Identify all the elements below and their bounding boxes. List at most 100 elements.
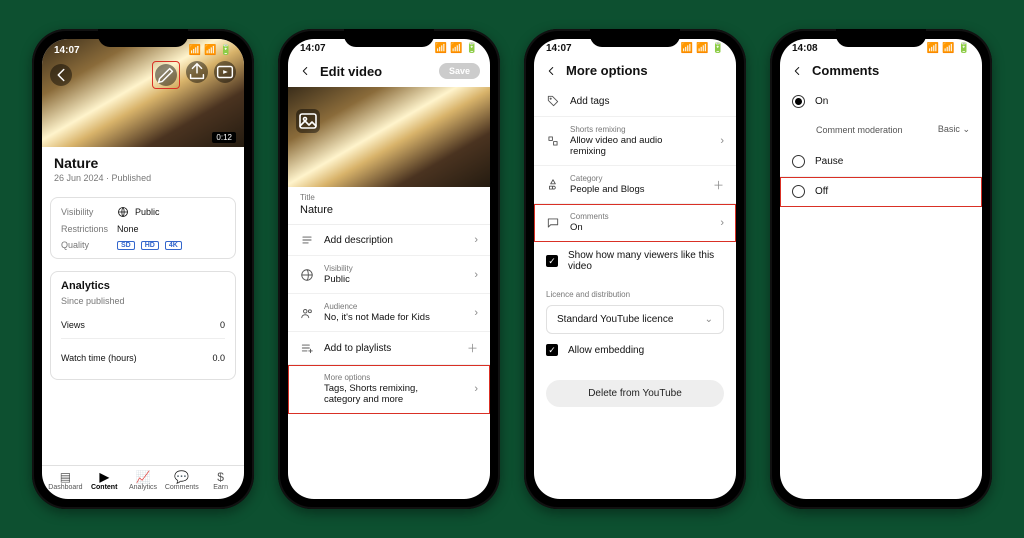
visibility-label: Visibility (61, 207, 117, 217)
row-more-options[interactable]: More options Tags, Shorts remixing, cate… (288, 365, 490, 414)
edit-highlight (152, 61, 180, 89)
label-value: More options Tags, Shorts remixing, cate… (300, 373, 454, 405)
share-button[interactable] (186, 61, 208, 83)
phone-1: 14:07 📶 📶 🔋 (32, 29, 254, 509)
radio-off[interactable]: Off (780, 177, 982, 207)
row-comments[interactable]: Comments On › (534, 204, 736, 242)
page-title: Comments (812, 63, 879, 78)
page-title: Edit video (320, 64, 382, 79)
tab-earn[interactable]: $Earn (201, 470, 240, 491)
radio-button[interactable] (792, 185, 805, 198)
checkbox-show-likes[interactable]: ✓ (546, 255, 558, 267)
visibility-value: Public (117, 206, 160, 218)
hero-top-bar (42, 61, 244, 89)
comments-icon: 💬 (162, 470, 201, 484)
delete-from-youtube-button[interactable]: Delete from YouTube (546, 380, 724, 407)
back-button[interactable] (790, 64, 804, 78)
chevron-right-icon: › (710, 217, 724, 229)
row-add-description[interactable]: Add description › (288, 225, 490, 256)
radio-pause[interactable]: Pause (780, 147, 982, 177)
nav-header: Comments (780, 57, 982, 86)
metric-value: 0.0 (212, 353, 225, 363)
quality-chip: HD (141, 241, 159, 250)
comments-options-list: On Comment moderation Basic ⌄ Pause Off (780, 86, 982, 207)
video-hero: 14:07 📶 📶 🔋 (42, 39, 244, 147)
label: On (815, 96, 970, 107)
label: Allow embedding (568, 345, 644, 356)
hero-actions (152, 61, 236, 89)
chevron-left-icon (790, 64, 804, 78)
notch (98, 29, 188, 47)
radio-button[interactable] (792, 155, 805, 168)
quality-chips: SD HD 4K (117, 241, 182, 250)
video-hero (288, 87, 490, 187)
tab-analytics[interactable]: 📈Analytics (124, 470, 163, 491)
back-button[interactable] (50, 64, 72, 86)
chevron-right-icon: › (464, 269, 478, 281)
row-add-tags[interactable]: Add tags (534, 86, 736, 117)
share-icon (186, 61, 208, 83)
status-icons: 📶 📶 🔋 (189, 45, 232, 56)
dashboard-icon: ▤ (46, 470, 85, 484)
save-button[interactable]: Save (439, 63, 480, 79)
screen-comments-settings: 14:08 📶 📶 🔋 Comments On Comment moderati… (780, 39, 982, 499)
info-quality: Quality SD HD 4K (61, 240, 225, 250)
wifi-icon: 📶 (450, 43, 462, 54)
quality-label: Quality (61, 240, 117, 250)
battery-icon: 🔋 (712, 43, 724, 54)
notch (836, 29, 926, 47)
comments-icon (546, 216, 560, 230)
comment-moderation-row[interactable]: Comment moderation Basic ⌄ (780, 116, 982, 147)
globe-icon (300, 268, 314, 282)
status-icons: 📶 📶 🔋 (927, 43, 970, 54)
moderation-label: Comment moderation (816, 125, 903, 135)
title-label: Title (300, 193, 478, 202)
video-meta: Nature 26 Jun 2024 · Published (42, 147, 244, 191)
status-time: 14:08 (792, 43, 818, 54)
tab-dashboard[interactable]: ▤Dashboard (46, 470, 85, 491)
tab-content[interactable]: ▶Content (85, 470, 124, 491)
category-icon (546, 178, 560, 192)
tab-comments[interactable]: 💬Comments (162, 470, 201, 491)
analytics-heading: Analytics (61, 280, 225, 292)
label-value: Visibility Public (324, 264, 454, 285)
label: Pause (815, 156, 970, 167)
description-icon (300, 233, 314, 247)
more-options-list: Add tags Shorts remixing Allow video and… (534, 86, 736, 280)
signal-icon: 📶 (927, 43, 939, 54)
change-thumbnail-button[interactable] (296, 109, 320, 133)
back-button[interactable] (544, 64, 558, 78)
title-field[interactable]: Title Nature (288, 187, 490, 225)
metric-views[interactable]: Views 0 (61, 312, 225, 339)
label: Show how many viewers like this video (568, 250, 724, 272)
chevron-right-icon: › (464, 234, 478, 246)
row-add-playlists[interactable]: Add to playlists ＋ (288, 332, 490, 365)
label: Add description (324, 235, 454, 246)
moderation-value: Basic ⌄ (938, 124, 970, 135)
row-audience[interactable]: Audience No, it's not Made for Kids › (288, 294, 490, 332)
row-show-likes[interactable]: ✓ Show how many viewers like this video (534, 242, 736, 280)
metric-watchtime[interactable]: Watch time (hours) 0.0 (61, 345, 225, 371)
status-icons: 📶 📶 🔋 (435, 43, 478, 54)
row-shorts-remixing[interactable]: Shorts remixing Allow video and audio re… (534, 117, 736, 166)
radio-button[interactable] (792, 95, 805, 108)
phone-4: 14:08 📶 📶 🔋 Comments On Comment moderati… (770, 29, 992, 509)
notch (344, 29, 434, 47)
battery-icon: 🔋 (958, 43, 970, 54)
row-allow-embedding[interactable]: ✓ Allow embedding (534, 334, 736, 366)
edit-button[interactable] (155, 64, 177, 86)
restrictions-value: None (117, 224, 139, 234)
checkbox-allow-embedding[interactable]: ✓ (546, 344, 558, 356)
row-visibility[interactable]: Visibility Public › (288, 256, 490, 294)
licence-heading: Licence and distribution (534, 280, 736, 305)
metric-label: Watch time (hours) (61, 353, 137, 363)
licence-select[interactable]: Standard YouTube licence ⌄ (546, 305, 724, 334)
row-category[interactable]: Category People and Blogs ＋ (534, 166, 736, 204)
nav-header: More options (534, 57, 736, 86)
radio-on[interactable]: On (780, 86, 982, 116)
open-in-app-button[interactable] (214, 61, 236, 83)
plus-icon: ＋ (710, 177, 724, 193)
play-rect-icon (214, 61, 236, 83)
chevron-right-icon: › (464, 307, 478, 319)
back-button[interactable] (298, 64, 312, 78)
